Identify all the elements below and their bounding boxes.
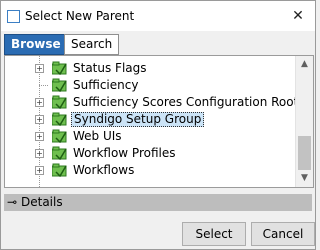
title-bar: Select New Parent ✕ [1,1,315,31]
expand-icon[interactable]: + [35,115,44,124]
folder-icon [51,129,67,144]
tree-item-syndigo-setup-group[interactable]: + Syndigo Setup Group [5,111,295,128]
folder-icon [51,146,67,161]
tree-item-sufficiency-scores[interactable]: + Sufficiency Scores Configuration Root [5,94,296,111]
expand-icon[interactable]: + [35,132,44,141]
close-icon[interactable]: ✕ [281,1,315,31]
vertical-scrollbar[interactable]: ▲ ▼ [295,56,313,187]
expand-icon[interactable]: + [35,64,44,73]
tree-panel: + Status Flags Sufficiency + Sufficiency… [4,55,314,188]
tree-item-workflow-profiles[interactable]: + Workflow Profiles [5,145,295,162]
tree-item-label: Workflow Profiles [73,146,176,160]
parent-tree[interactable]: + Status Flags Sufficiency + Sufficiency… [5,56,296,187]
folder-icon [51,61,67,76]
folder-icon [51,163,67,178]
tab-strip: Browse Search [3,33,313,55]
tree-item-sufficiency[interactable]: Sufficiency [5,77,295,94]
window-icon [7,10,20,23]
dialog-window: Select New Parent ✕ Browse Search + Stat… [0,0,316,250]
folder-icon [51,95,67,110]
window-title: Select New Parent [25,9,135,23]
tree-item-label: Syndigo Setup Group [71,112,205,127]
tree-item-workflows[interactable]: + Workflows [5,162,295,179]
folder-icon [51,78,67,93]
scroll-up-icon[interactable]: ▲ [296,56,313,73]
tree-item-label: Workflows [73,163,135,177]
tree-item-label: Sufficiency Scores Configuration Root [73,95,296,109]
details-bar[interactable]: ⊸ Details [4,194,312,211]
expand-icon[interactable]: + [35,166,44,175]
folder-icon [51,112,67,127]
scroll-down-icon[interactable]: ▼ [296,170,313,187]
tree-connector [39,85,48,86]
expand-icon[interactable]: + [35,149,44,158]
details-label: Details [21,195,63,209]
tab-search[interactable]: Search [64,34,120,55]
tab-browse[interactable]: Browse [4,34,68,55]
key-icon: ⊸ [7,195,18,209]
cancel-button[interactable]: Cancel [251,222,315,246]
tree-item-web-uis[interactable]: + Web UIs [5,128,295,145]
scroll-thumb[interactable] [298,136,311,170]
tree-item-label: Web UIs [73,129,122,143]
tree-item-label: Sufficiency [73,78,139,92]
tree-item-status-flags[interactable]: + Status Flags [5,60,295,77]
tree-item-label: Status Flags [73,61,147,75]
expand-icon[interactable]: + [35,98,44,107]
select-button[interactable]: Select [182,222,246,246]
